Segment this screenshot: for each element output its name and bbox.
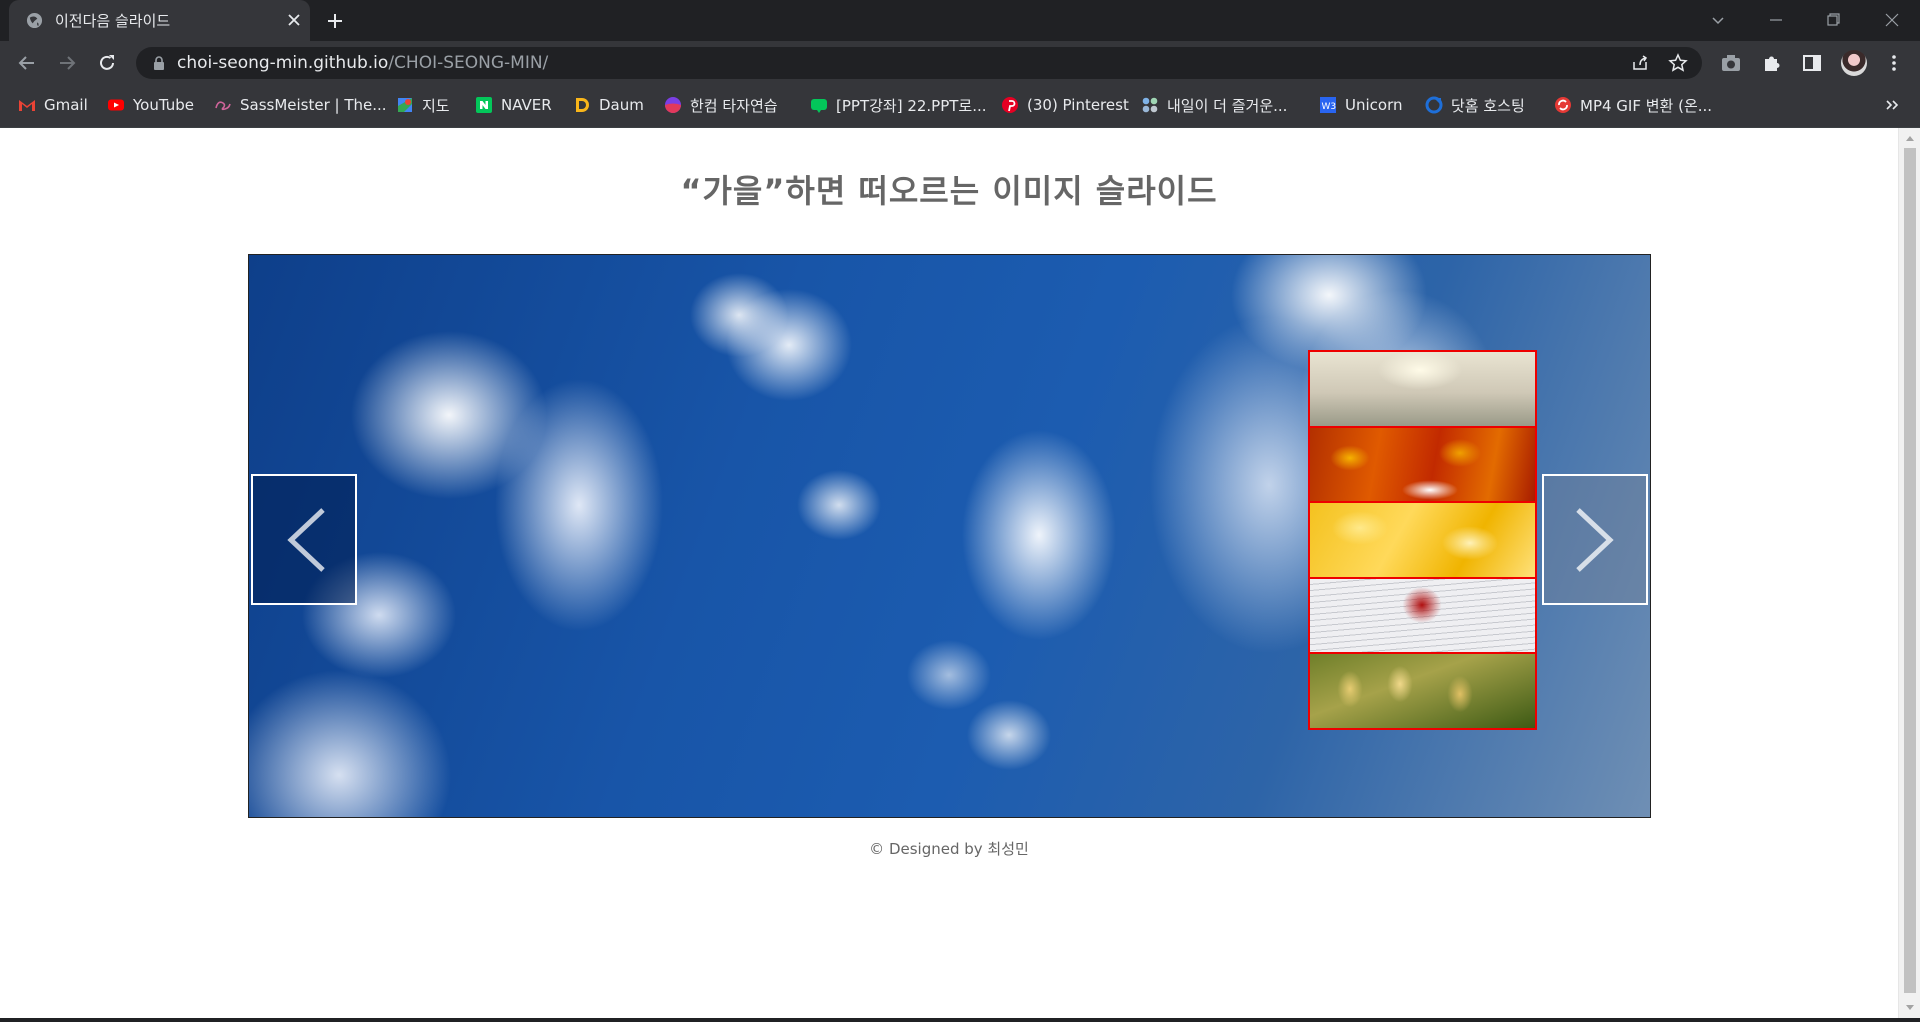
bookmark-label: MP4 GIF 변환 (온... xyxy=(1580,96,1713,115)
url-text: choi-seong-min.github.io/CHOI-SEONG-MIN/ xyxy=(177,53,548,73)
bookmark-sassmeister[interactable]: SassMeister | The... xyxy=(214,94,387,116)
dothome-icon xyxy=(1425,96,1443,114)
bookmark-youtube[interactable]: YouTube xyxy=(107,94,194,116)
share-icon[interactable] xyxy=(1630,53,1650,73)
reload-icon[interactable] xyxy=(95,51,119,75)
thumbnail-sunlight[interactable] xyxy=(1310,352,1535,426)
bookmark-star-icon[interactable] xyxy=(1668,53,1688,73)
bookmark-hancom[interactable]: 한컴 타자연습 xyxy=(664,94,778,116)
restore-icon[interactable] xyxy=(1821,8,1845,32)
youtube-icon xyxy=(108,99,124,111)
maps-icon xyxy=(398,98,412,112)
bookmark-naver[interactable]: NAVER xyxy=(475,94,552,116)
browser-tab[interactable]: 이전다음 슬라이드 xyxy=(9,0,310,41)
camera-icon[interactable] xyxy=(1720,52,1742,74)
next-slide-button[interactable] xyxy=(1542,474,1648,605)
bookmark-ppt-blog[interactable]: [PPT강좌] 22.PPT로... xyxy=(810,94,987,116)
bookmark-daum[interactable]: Daum xyxy=(573,94,644,116)
close-tab-icon[interactable] xyxy=(285,11,303,29)
chevron-right-icon xyxy=(1576,508,1614,572)
bookmark-tomorrow[interactable]: 내일이 더 즐거운... xyxy=(1141,94,1287,116)
naver-icon xyxy=(476,97,492,113)
bookmark-maps[interactable]: 지도 xyxy=(396,94,450,116)
bookmark-label: 지도 xyxy=(422,96,450,115)
scroll-up-icon[interactable] xyxy=(1905,134,1915,142)
bookmark-gmail[interactable]: Gmail xyxy=(18,94,88,116)
tab-title: 이전다음 슬라이드 xyxy=(55,12,171,30)
minimize-icon[interactable] xyxy=(1764,8,1788,32)
window-bottom-edge xyxy=(0,1018,1920,1022)
svg-text:W3: W3 xyxy=(1322,102,1337,112)
vertical-scrollbar[interactable] xyxy=(1898,128,1920,1018)
thumbnail-list xyxy=(1308,350,1537,730)
bookmark-label: Gmail xyxy=(44,96,88,114)
bookmark-label: NAVER xyxy=(501,96,552,114)
forward-icon[interactable] xyxy=(55,51,79,75)
thumbnail-maple-book[interactable] xyxy=(1310,578,1535,653)
daum-icon xyxy=(576,98,589,112)
url-path: /CHOI-SEONG-MIN/ xyxy=(388,53,549,73)
pinterest-icon xyxy=(1002,97,1018,113)
profile-avatar[interactable] xyxy=(1841,50,1867,76)
bookmark-label: YouTube xyxy=(133,96,194,114)
bookmark-label: (30) Pinterest xyxy=(1027,96,1129,114)
gmail-icon xyxy=(19,100,35,111)
hancom-icon xyxy=(665,97,681,113)
lock-icon[interactable] xyxy=(152,56,166,70)
bookmark-mp4-gif[interactable]: MP4 GIF 변환 (온... xyxy=(1554,94,1712,116)
back-icon[interactable] xyxy=(15,51,39,75)
close-window-icon[interactable] xyxy=(1880,8,1904,32)
dots-app-icon xyxy=(1142,97,1158,113)
thumbnail-ginkgo[interactable] xyxy=(1310,503,1535,577)
url-host: choi-seong-min.github.io xyxy=(177,53,389,73)
chevron-left-icon xyxy=(287,508,325,572)
bookmark-label: Unicorn xyxy=(1345,96,1403,114)
tab-search-icon[interactable] xyxy=(1706,8,1730,32)
address-bar[interactable]: choi-seong-min.github.io/CHOI-SEONG-MIN/ xyxy=(136,47,1702,79)
scrollbar-thumb[interactable] xyxy=(1904,148,1916,993)
globe-icon xyxy=(26,12,43,29)
bookmark-label: 내일이 더 즐거운... xyxy=(1167,96,1288,115)
extensions-icon[interactable] xyxy=(1761,52,1783,74)
bookmark-pinterest[interactable]: (30) Pinterest xyxy=(1001,94,1129,116)
bookmark-label: 한컴 타자연습 xyxy=(690,96,778,115)
bookmark-label: [PPT강좌] 22.PPT로... xyxy=(836,96,987,115)
bookmarks-bar: Gmail YouTube SassMeister | The... 지도 NA… xyxy=(0,84,1920,128)
image-slider xyxy=(248,254,1651,818)
convert-icon xyxy=(1555,97,1571,113)
toolbar: choi-seong-min.github.io/CHOI-SEONG-MIN/ xyxy=(0,41,1920,84)
bookmark-unicorn[interactable]: W3 Unicorn xyxy=(1319,94,1403,116)
side-panel-icon[interactable] xyxy=(1801,52,1823,74)
blog-icon xyxy=(811,99,827,113)
page-title: “가을”하면 떠오르는 이미지 슬라이드 xyxy=(680,172,1218,210)
bookmark-label: SassMeister | The... xyxy=(240,96,387,114)
page-viewport: “가을”하면 떠오르는 이미지 슬라이드 © Designed by 최성민 xyxy=(0,128,1898,1018)
prev-slide-button[interactable] xyxy=(251,474,357,605)
tab-strip: 이전다음 슬라이드 xyxy=(0,0,1920,41)
thumbnail-grain[interactable] xyxy=(1310,654,1535,728)
bookmark-dothome[interactable]: 닷홈 호스팅 xyxy=(1425,94,1525,116)
new-tab-icon[interactable] xyxy=(324,10,346,32)
scroll-down-icon[interactable] xyxy=(1905,1004,1915,1012)
bookmark-label: 닷홈 호스팅 xyxy=(1451,96,1525,115)
bookmark-label: Daum xyxy=(599,96,644,114)
more-bookmarks-icon[interactable] xyxy=(1883,96,1901,114)
footer-credit: © Designed by 최성민 xyxy=(869,840,1029,858)
thumbnail-autumn-leaves[interactable] xyxy=(1310,427,1535,502)
menu-kebab-icon[interactable] xyxy=(1883,52,1905,74)
sassmeister-icon xyxy=(215,101,231,111)
w3-icon: W3 xyxy=(1320,97,1337,113)
